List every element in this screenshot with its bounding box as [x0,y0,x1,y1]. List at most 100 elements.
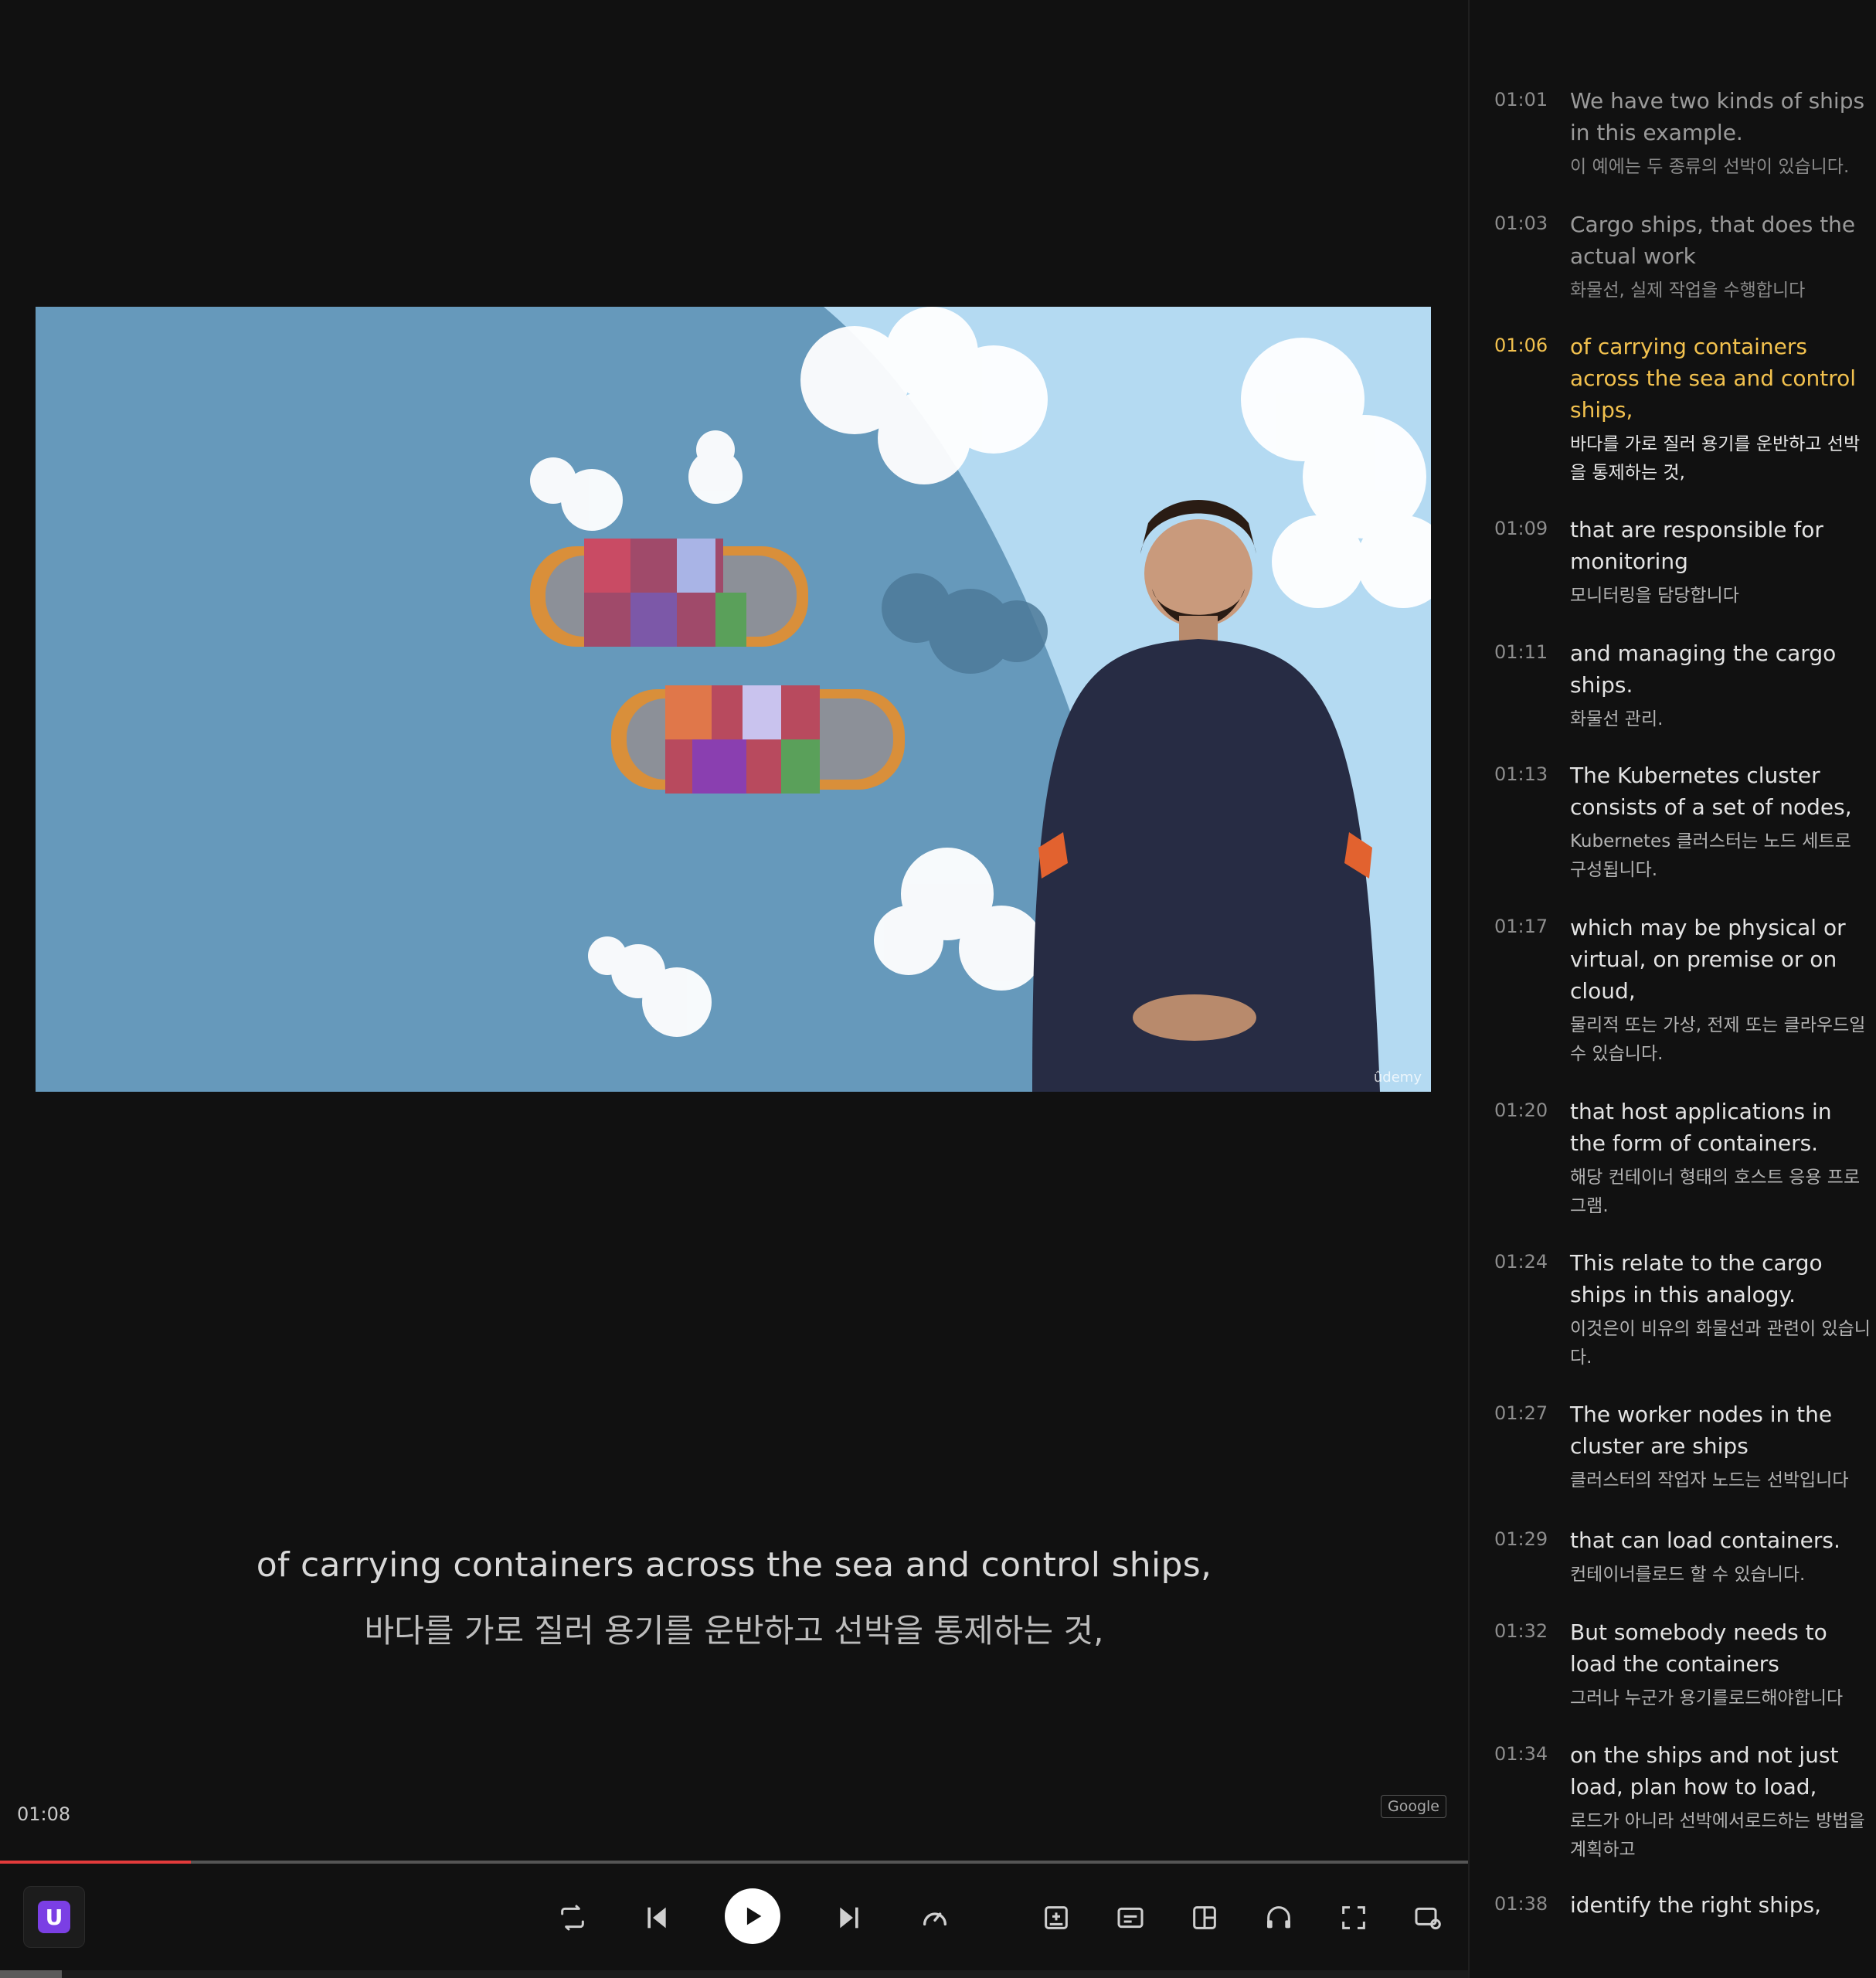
cue-body: that can load containers. 컨테이너를로드 할 수 있습니… [1570,1524,1873,1589]
next-icon [840,1907,858,1929]
transcript-cue[interactable]: 01:06 of carrying containers across the s… [1494,331,1873,488]
bottom-strip [0,1970,1468,1978]
transcript-cue[interactable]: 01:20 that host applications in the form … [1494,1096,1873,1221]
caption-english: of carrying containers across the sea an… [256,1545,1212,1585]
transcript-panel: 01:01 We have two kinds of ships in this … [1468,0,1876,1978]
transcript-cue[interactable]: 01:34 on the ships and not just load, pla… [1494,1739,1873,1864]
cue-body: We have two kinds of ships in this examp… [1570,85,1873,182]
cue-timestamp: 01:24 [1494,1251,1548,1273]
cue-body: This relate to the cargo ships in this a… [1570,1247,1873,1372]
cue-english-text: that can load containers. [1570,1528,1840,1553]
transcript-cue[interactable]: 01:38 identify the right ships, [1494,1889,1873,1921]
progress-bar[interactable] [0,1861,1468,1864]
cue-body: identify the right ships, [1570,1889,1873,1921]
cue-timestamp: 01:01 [1494,89,1548,110]
transcript-cue[interactable]: 01:13 The Kubernetes cluster consists of … [1494,760,1873,885]
progress-fill [0,1861,191,1864]
cue-korean-text: 해당 컨테이너 형태의 호스트 응용 프로그램. [1570,1167,1861,1216]
cue-body: But somebody needs to load the container… [1570,1616,1873,1713]
transcript-cue[interactable]: 01:27 The worker nodes in the cluster are… [1494,1399,1873,1495]
previous-icon [647,1907,666,1929]
next-button[interactable] [832,1901,866,1935]
cue-korean-text: 화물선, 실제 작업을 수행합니다 [1570,280,1806,301]
caption-korean: 바다를 가로 질러 용기를 운반하고 선박을 통제하는 것, [364,1612,1104,1650]
cue-english-text: identify the right ships, [1570,1892,1822,1918]
cue-body: of carrying containers across the sea an… [1570,331,1873,488]
add-note-icon [1045,1906,1068,1929]
cue-timestamp: 01:17 [1494,916,1548,937]
cue-english-text: We have two kinds of ships in this examp… [1570,88,1865,145]
video-frame[interactable]: ûdemy [36,307,1431,1092]
cue-korean-text: 클러스터의 작업자 노드는 선박입니다 [1570,1470,1849,1490]
cue-korean-text: Kubernetes 클러스터는 노드 세트로 구성됩니다. [1570,831,1851,880]
play-button[interactable] [725,1888,780,1944]
video-scene [36,307,1431,1092]
cue-english-text: This relate to the cargo ships in this a… [1570,1250,1823,1307]
transcript-cue[interactable]: 01:09 that are responsible for monitoring… [1494,514,1873,610]
extension-logo-icon: U [38,1901,70,1933]
cue-body: The Kubernetes cluster consists of a set… [1570,760,1873,885]
layout-button[interactable] [1188,1901,1222,1935]
video-player: ûdemy of carrying containers across the … [0,0,1468,1978]
translation-badge: Google [1381,1795,1447,1818]
transcript-cue[interactable]: 01:32 But somebody needs to load the cont… [1494,1616,1873,1713]
cue-korean-text: 이것은이 비유의 화물선과 관련이 있습니다. [1570,1319,1871,1368]
cue-english-text: of carrying containers across the sea an… [1570,334,1857,423]
cue-body: Cargo ships, that does the actual work 화물… [1570,209,1873,305]
cue-timestamp: 01:13 [1494,763,1548,785]
extension-button[interactable]: U [23,1886,85,1948]
bottom-strip-segment [0,1970,62,1978]
cue-english-text: But somebody needs to load the container… [1570,1619,1827,1677]
transcript-cue[interactable]: 01:11 and managing the cargo ships. 화물선 관리… [1494,637,1873,734]
cue-korean-text: 물리적 또는 가상, 전제 또는 클라우드일 수 있습니다. [1570,1015,1866,1064]
cue-timestamp: 01:03 [1494,212,1548,234]
cue-body: on the ships and not just load, plan how… [1570,1739,1873,1864]
cue-english-text: that are responsible for monitoring [1570,517,1823,574]
audio-button[interactable] [1262,1901,1296,1935]
transcript-cue[interactable]: 01:03 Cargo ships, that does the actual w… [1494,209,1873,305]
cue-korean-text: 로드가 아니라 선박에서로드하는 방법을 계획하고 [1570,1811,1865,1860]
subtitles-icon [1117,1907,1144,1929]
cue-body: and managing the cargo ships. 화물선 관리. [1570,637,1873,734]
subtitles-button[interactable] [1113,1901,1147,1935]
caption-overlay: of carrying containers across the sea an… [0,1545,1468,1652]
cue-korean-text: 모니터링을 담당합니다 [1570,586,1739,606]
fullscreen-button[interactable] [1337,1901,1371,1935]
transcript-cue[interactable]: 01:01 We have two kinds of ships in this … [1494,85,1873,182]
cue-body: that host applications in the form of co… [1570,1096,1873,1221]
cue-timestamp: 01:34 [1494,1743,1548,1765]
settings-icon [1415,1907,1441,1930]
cue-english-text: The Kubernetes cluster consists of a set… [1570,763,1852,820]
cue-korean-text: 이 예에는 두 종류의 선박이 있습니다. [1570,157,1850,177]
cue-timestamp: 01:38 [1494,1893,1548,1915]
cue-korean-text: 화물선 관리. [1570,709,1664,729]
cue-english-text: and managing the cargo ships. [1570,641,1837,698]
fullscreen-icon [1342,1906,1365,1929]
cue-english-text: on the ships and not just load, plan how… [1570,1742,1839,1800]
current-time: 01:08 [17,1803,71,1825]
cue-english-text: which may be physical or virtual, on pre… [1570,915,1846,1004]
loop-button[interactable] [556,1901,590,1935]
control-bar: U [0,1870,1468,1963]
cue-korean-text: 그러나 누군가 용기를로드해야합니다 [1570,1688,1844,1708]
previous-button[interactable] [640,1901,674,1935]
cue-english-text: Cargo ships, that does the actual work [1570,212,1856,269]
cue-korean-text: 컨테이너를로드 할 수 있습니다. [1570,1565,1806,1585]
cue-english-text: that host applications in the form of co… [1570,1099,1832,1156]
loop-icon [561,1905,584,1931]
cue-timestamp: 01:27 [1494,1402,1548,1424]
speed-icon [923,1912,946,1925]
layout-icon [1193,1906,1216,1929]
transcript-cue[interactable]: 01:29 that can load containers. 컨테이너를로드 할 … [1494,1524,1873,1589]
speed-button[interactable] [918,1901,952,1935]
cue-body: that are responsible for monitoring 모니터링을… [1570,514,1873,610]
transcript-cue[interactable]: 01:17 which may be physical or virtual, o… [1494,912,1873,1069]
cue-timestamp: 01:09 [1494,518,1548,539]
cue-timestamp: 01:11 [1494,641,1548,663]
transcript-cue[interactable]: 01:24 This relate to the cargo ships in t… [1494,1247,1873,1372]
settings-button[interactable] [1411,1901,1445,1935]
add-note-button[interactable] [1039,1901,1073,1935]
play-icon [746,1907,762,1925]
cue-timestamp: 01:06 [1494,335,1548,356]
cue-timestamp: 01:29 [1494,1528,1548,1550]
